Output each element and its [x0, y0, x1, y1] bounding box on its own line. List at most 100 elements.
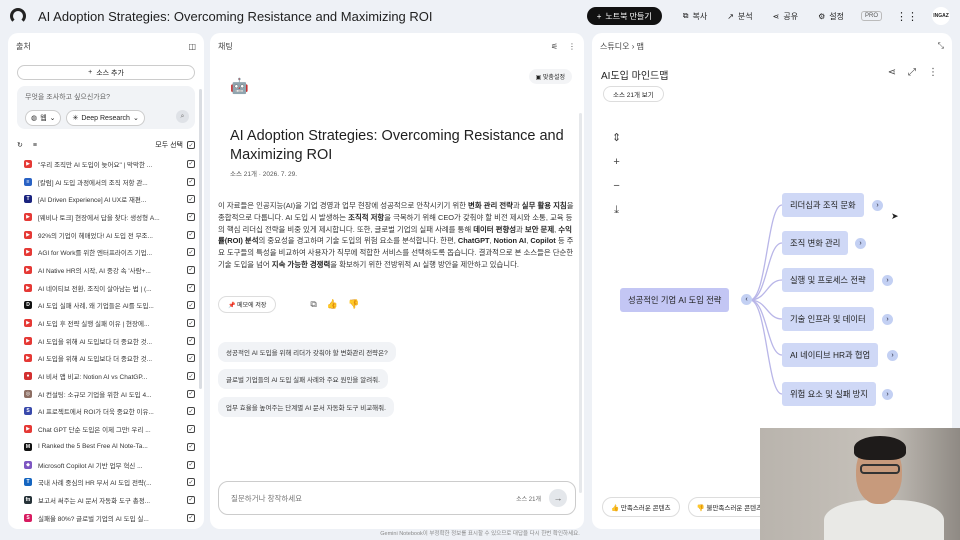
suggestion-chip[interactable]: 성공적인 AI 도입을 위해 리더가 갖춰야 할 변화관리 전략은? [218, 342, 396, 362]
mindmap-node[interactable]: 기술 인프라 및 데이터 [782, 307, 874, 331]
source-item[interactable]: S AI 프로젝트에서 ROI가 더욱 중요한 이유... ✓ [8, 403, 204, 421]
bad-content-button[interactable]: 👎 불만족스러운 콘텐츠 [687, 497, 772, 517]
summary-highlight: 실무 활용 지침 [521, 201, 567, 210]
chat-scrollbar[interactable] [579, 113, 582, 493]
expand-node-icon[interactable]: › [882, 275, 893, 286]
collapse-node-icon[interactable]: ‹ [741, 294, 752, 305]
mindmap-node[interactable]: 실행 및 프로세스 전략 [782, 268, 874, 292]
source-item[interactable]: ▶ AI 네이티브 전환, 조직이 살아남는 법 | (... ✓ [8, 279, 204, 297]
source-item[interactable]: ▶ AI 도입 후 전략 실행 실패 이유 | 현장에... ✓ [8, 314, 204, 332]
expand-node-icon[interactable]: › [882, 389, 893, 400]
chat-input[interactable]: 질문하거나 창작하세요 [231, 493, 516, 504]
gear-icon: ⚙ [818, 11, 826, 21]
source-checkbox[interactable]: ✓ [187, 177, 195, 186]
settings-button[interactable]: ⚙ 설정 [811, 11, 851, 22]
send-button[interactable]: → [549, 489, 567, 507]
web-chip[interactable]: ◍ 웹 ⌄ [25, 110, 62, 126]
web-chip-label: 웹 [40, 115, 47, 122]
share-button[interactable]: ⋖ 공유 [766, 11, 805, 22]
source-item[interactable]: S 실패율 80%? 글로벌 기업의 AI 도입 실... ✓ [8, 509, 204, 527]
save-to-note-button[interactable]: 📌 메모에 저장 [218, 296, 277, 313]
notebook-title[interactable]: AI Adoption Strategies: Overcoming Resis… [38, 9, 587, 24]
source-item[interactable]: ▶ AGI for Work를 위한 엔터프라이즈 기업... ✓ [8, 243, 204, 261]
source-item[interactable]: T 국내 사례 중심의 HR 부서 AI 도입 전략(... ✓ [8, 473, 204, 491]
source-checkbox[interactable]: ✓ [187, 248, 195, 257]
expand-node-icon[interactable]: › [872, 200, 883, 211]
mindmap-root-node[interactable]: 성공적인 기업 AI 도입 전략 [620, 288, 730, 312]
source-item[interactable]: ≡ [칼럼] AI 도입 과정에서의 조직 저항 관... ✓ [8, 173, 204, 191]
source-checkbox[interactable]: ✓ [187, 513, 195, 522]
collapse-panel-icon[interactable]: ◫ [188, 42, 196, 51]
source-checkbox[interactable]: ✓ [187, 212, 195, 221]
chat-input-box[interactable]: 질문하거나 창작하세요 소스 21개 → [218, 481, 576, 515]
source-checkbox[interactable]: ✓ [187, 159, 195, 168]
source-checkbox[interactable]: ✓ [187, 301, 195, 310]
new-notebook-button[interactable]: + 노트북 만들기 [586, 7, 662, 25]
mindmap-node[interactable]: 리더십과 조직 문화 [782, 193, 864, 217]
source-checkbox[interactable]: ✓ [187, 354, 195, 363]
source-checkbox[interactable]: ✓ [187, 407, 195, 416]
thumbs-up-icon[interactable]: 👍 [327, 299, 338, 310]
source-checkbox[interactable]: ✓ [187, 389, 195, 398]
copy-button[interactable]: ⧉ 복사 [676, 11, 714, 22]
good-content-button[interactable]: 👍 만족스러운 콘텐츠 [602, 497, 680, 517]
source-item[interactable]: ◆ Microsoft Copilot AI 기반 업무 혁신 ... ✓ [8, 456, 204, 474]
tune-icon[interactable]: ⚟ [551, 42, 558, 51]
source-item[interactable]: ▶ AI Native HR의 시작, AI 중강 속 '사람+... ✓ [8, 261, 204, 279]
search-submit-button[interactable]: ⌕ [176, 110, 189, 123]
source-checkbox[interactable]: ✓ [187, 265, 195, 274]
copy-icon[interactable]: ⧉ [310, 299, 316, 310]
thumbs-down-icon[interactable]: 👎 [348, 299, 359, 310]
deep-research-chip[interactable]: ✳ Deep Research ⌄ [66, 110, 145, 126]
source-item[interactable]: T [AI Driven Experience] AI UX로 재편... ✓ [8, 190, 204, 208]
source-item[interactable]: fn 보고서 써주는 AI 문서 자동화 도구 총정... ✓ [8, 491, 204, 509]
suggestion-chip[interactable]: 글로벌 기업들의 AI 도입 실패 사례와 주요 원인을 알려줘. [218, 369, 388, 389]
source-item[interactable]: ▶ AI 도입을 위해 AI 도입보다 더 중요한 것... ✓ [8, 332, 204, 350]
customize-button[interactable]: ▣ 맞춤설정 [528, 69, 572, 84]
source-search-input[interactable]: 무엇을 조사하고 싶으신가요? [25, 92, 187, 102]
source-checkbox[interactable]: ✓ [187, 372, 195, 381]
refresh-icon[interactable]: ↻ [17, 141, 23, 149]
d-logo-icon: D [24, 301, 32, 310]
source-item[interactable]: ▶ AI 도입을 위해 AI 도입보다 더 중요한 것... ✓ [8, 350, 204, 368]
source-checkbox[interactable]: ✓ [187, 319, 195, 328]
source-item[interactable]: ▶ "우리 조직만 AI 도입이 늦어요" | 막막한 ... ✓ [8, 155, 204, 173]
more-vert-icon[interactable]: ⋮ [568, 42, 576, 51]
mindmap-node[interactable]: 위험 요소 및 실패 방지 [782, 382, 876, 406]
source-checkbox[interactable]: ✓ [187, 495, 195, 504]
expand-node-icon[interactable]: › [855, 238, 866, 249]
source-checkbox[interactable]: ✓ [187, 478, 195, 487]
source-checkbox[interactable]: ✓ [187, 336, 195, 345]
source-item[interactable]: ▶ [웨비나 토크] 현장에서 답을 찾다: 생성형 A... ✓ [8, 208, 204, 226]
select-all-checkbox[interactable]: ✓ [187, 141, 195, 149]
youtube-icon: ▶ [24, 283, 32, 292]
add-source-button[interactable]: + 소스 추가 [17, 65, 195, 80]
source-item[interactable]: D AI 도입 실패 사례, 왜 기업들은 AI를 도입... ✓ [8, 297, 204, 315]
source-item[interactable]: ● AI 비서 앱 비교: Notion AI vs ChatGP... ✓ [8, 367, 204, 385]
expand-node-icon[interactable]: › [882, 314, 893, 325]
source-item[interactable]: M I Ranked the 5 Best Free AI Note-Ta... ✓ [8, 438, 204, 456]
source-checkbox[interactable]: ✓ [187, 460, 195, 469]
mindmap-node[interactable]: AI 네이티브 HR과 협업 [782, 343, 879, 367]
note-title: AI Adoption Strategies: Overcoming Resis… [230, 128, 564, 163]
summary-text: 과 [512, 201, 522, 210]
sort-icon[interactable]: ≡ [33, 142, 37, 149]
source-item[interactable]: ▶ 92%의 기업이 헤매었다! AI 도입 전 무조... ✓ [8, 226, 204, 244]
source-checkbox[interactable]: ✓ [187, 425, 195, 434]
source-checkbox[interactable]: ✓ [187, 230, 195, 239]
web-icon: ◎ [24, 389, 32, 398]
suggestion-chip[interactable]: 업무 효율을 높여주는 단계별 AI 문서 자동화 도구 비교해줘. [218, 397, 394, 417]
source-checkbox[interactable]: ✓ [187, 195, 195, 204]
source-checkbox[interactable]: ✓ [187, 442, 195, 451]
source-item[interactable]: ▶ Chat GPT 단순 도입은 이제 그만! 우리 ... ✓ [8, 420, 204, 438]
apps-grid-icon[interactable]: ⋮⋮ [896, 10, 918, 23]
avatar[interactable]: INGAZ [932, 7, 950, 25]
sources-scrollbar[interactable] [199, 89, 202, 389]
analytics-button[interactable]: ↗ 분석 [720, 11, 759, 22]
mindmap-node[interactable]: 조직 변화 관리 [782, 231, 849, 255]
summary-highlight: 보안 문제 [524, 224, 555, 234]
source-item[interactable]: ◎ AI 컨설팅: 소규모 기업을 위한 AI 도입 4... ✓ [8, 385, 204, 403]
source-checkbox[interactable]: ✓ [187, 283, 195, 292]
doc-icon: T [24, 478, 32, 487]
expand-node-icon[interactable]: › [887, 350, 898, 361]
